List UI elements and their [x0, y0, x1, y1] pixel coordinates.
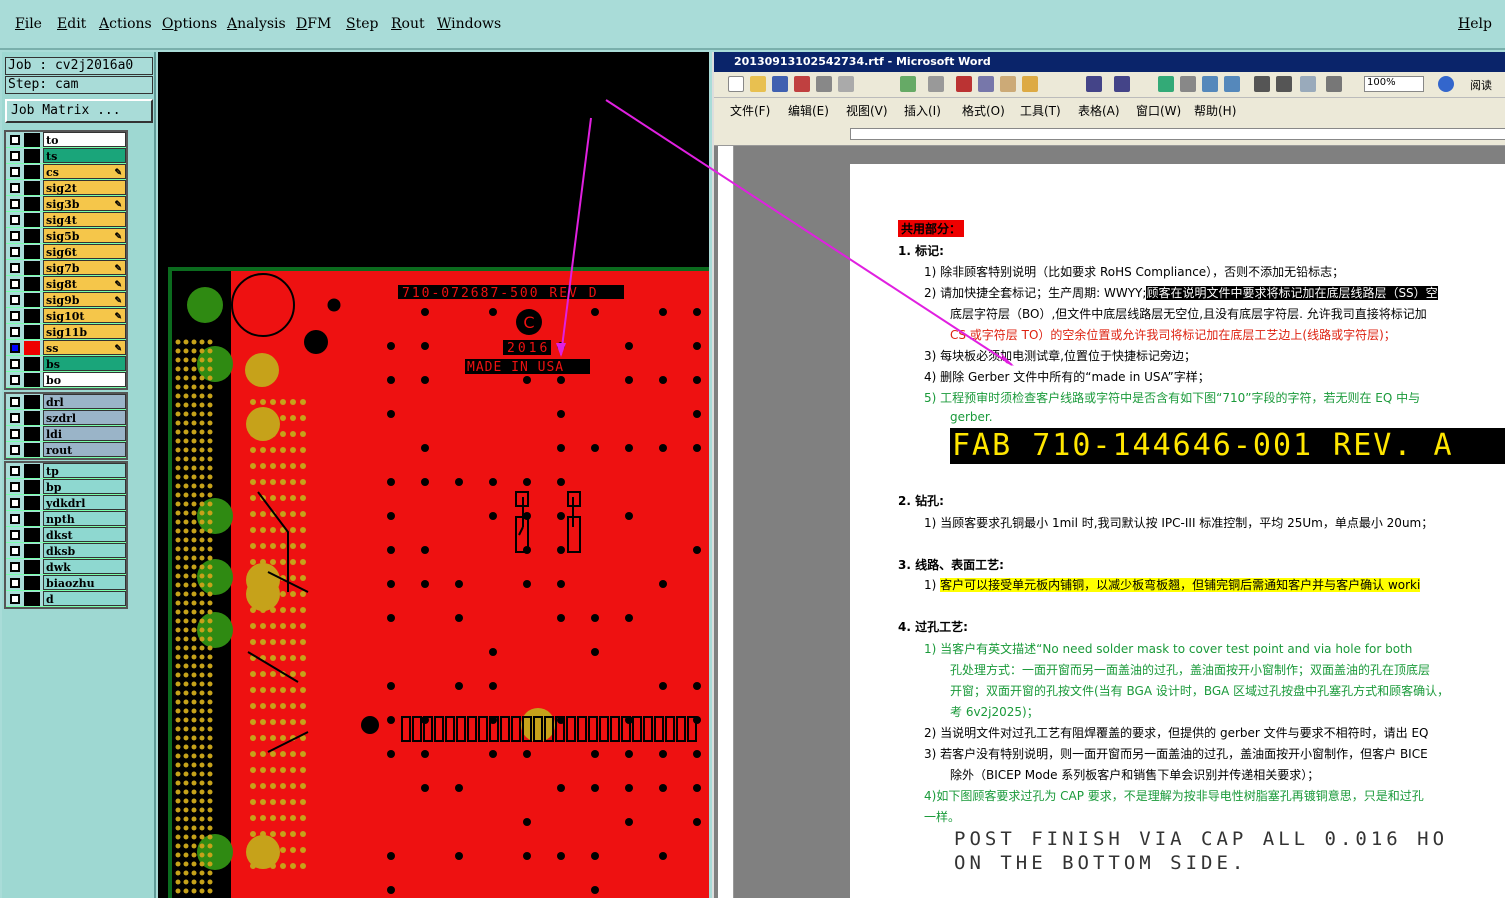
arrow-to-made-in-usa	[561, 118, 591, 355]
arrow-head-1	[556, 343, 566, 357]
annotation-arrows	[0, 0, 1505, 898]
arrow-to-doc-line	[606, 100, 1012, 365]
